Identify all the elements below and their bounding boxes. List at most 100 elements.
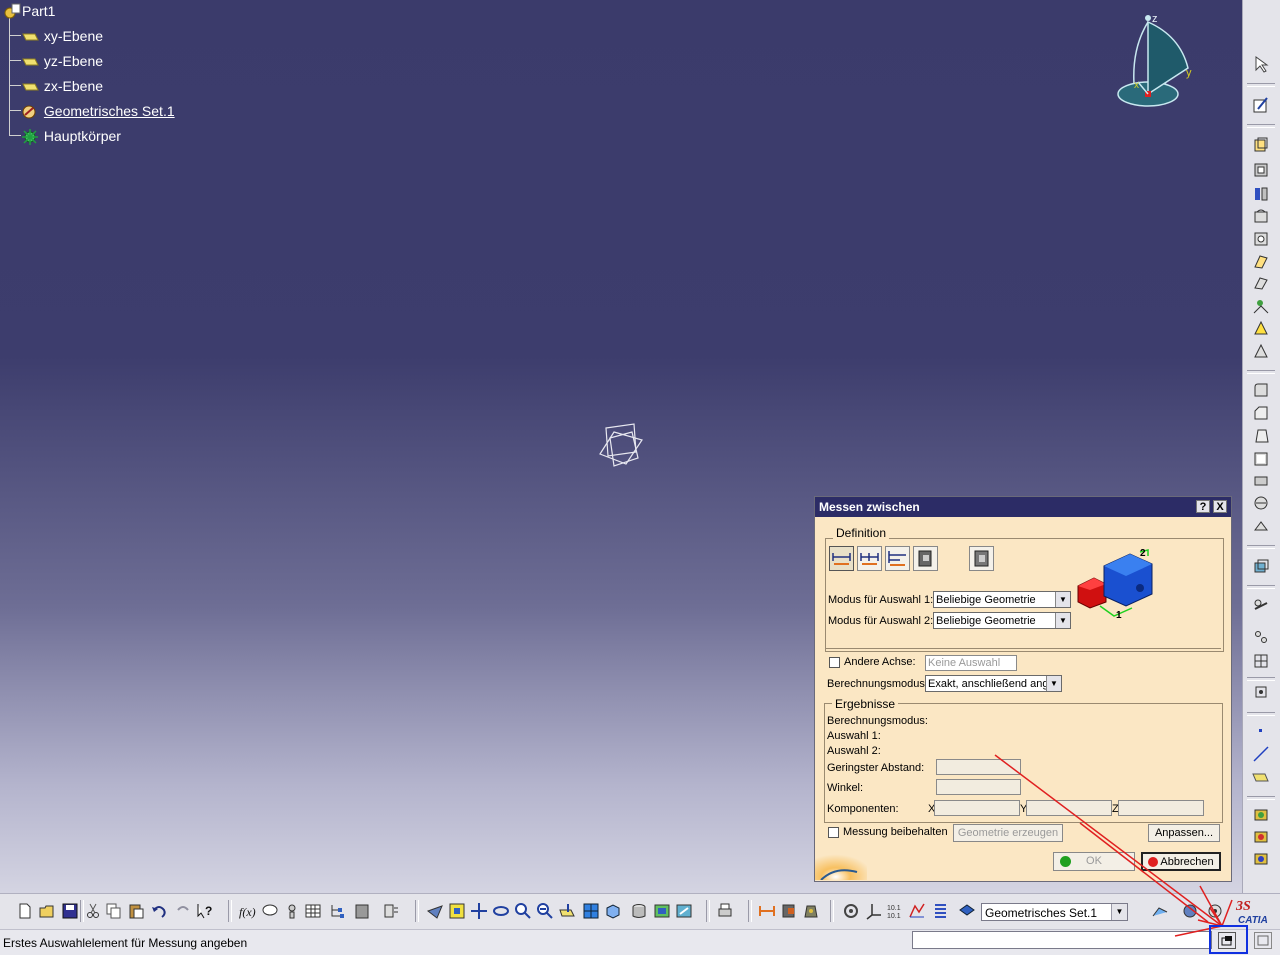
thread-icon[interactable] xyxy=(1252,494,1270,512)
print-icon[interactable] xyxy=(716,902,734,920)
mechanical-icon[interactable] xyxy=(1206,902,1224,920)
min-distance-field[interactable] xyxy=(936,759,1021,775)
measure-between-mode-button[interactable] xyxy=(829,546,854,571)
dialog-title-bar[interactable]: Messen zwischen xyxy=(815,497,1231,517)
comment-icon[interactable] xyxy=(261,902,279,920)
component-y-field[interactable] xyxy=(1026,800,1112,816)
layer-icon[interactable] xyxy=(932,902,950,920)
cut-icon[interactable] xyxy=(84,902,102,920)
tree-item-xy-plane[interactable]: xy-Ebene xyxy=(22,26,103,46)
ok-button[interactable]: OK xyxy=(1053,852,1135,871)
knowledge-icon[interactable] xyxy=(283,902,301,920)
hole-icon[interactable] xyxy=(1252,230,1270,248)
hybrid-design-icon[interactable] xyxy=(1151,902,1169,920)
measure-between-icon[interactable] xyxy=(758,902,776,920)
tree-icon[interactable] xyxy=(328,902,346,920)
point-icon[interactable] xyxy=(1252,722,1270,740)
component-z-field[interactable] xyxy=(1118,800,1204,816)
open-folder-icon[interactable] xyxy=(38,902,56,920)
copy-icon[interactable] xyxy=(105,902,123,920)
undo-icon[interactable] xyxy=(150,902,168,920)
tree-item-yz-plane[interactable]: yz-Ebene xyxy=(22,51,103,71)
pocket-icon[interactable] xyxy=(1252,161,1270,179)
shell-icon[interactable] xyxy=(1252,450,1270,468)
compass-widget[interactable]: z y x xyxy=(1110,8,1200,112)
zoom-out-icon[interactable] xyxy=(536,902,554,920)
measure-chain-mode-button[interactable] xyxy=(857,546,882,571)
thickness-icon[interactable] xyxy=(1252,472,1270,490)
paste-icon[interactable] xyxy=(127,902,145,920)
split-icon[interactable] xyxy=(1252,597,1270,615)
tree-item-main-body[interactable]: Hauptkörper xyxy=(20,126,121,146)
pattern-icon[interactable] xyxy=(1252,628,1270,646)
multi-view-icon[interactable] xyxy=(582,902,600,920)
line-icon[interactable] xyxy=(1252,745,1270,763)
component-x-field[interactable] xyxy=(934,800,1020,816)
fit-all-icon[interactable] xyxy=(448,902,466,920)
draft-icon[interactable] xyxy=(1252,427,1270,445)
pad-icon[interactable] xyxy=(1252,136,1270,154)
stop-command-icon[interactable] xyxy=(1254,932,1272,949)
measure-fan-mode-button[interactable] xyxy=(885,546,910,571)
boolean-remove-icon[interactable] xyxy=(1252,827,1270,845)
tree-item-zx-plane[interactable]: zx-Ebene xyxy=(22,76,103,96)
remove-loft-icon[interactable] xyxy=(1252,342,1270,360)
mode2-select[interactable]: Beliebige Geometrie ▼ xyxy=(933,612,1071,629)
boolean-intersect-icon[interactable] xyxy=(1252,849,1270,867)
window-mode-icon[interactable] xyxy=(1218,932,1236,949)
formula-icon[interactable]: f(x) xyxy=(238,902,256,920)
boolean-add-icon[interactable] xyxy=(1252,805,1270,823)
customize-button[interactable]: Anpassen... xyxy=(1148,824,1220,842)
whats-this-icon[interactable]: ? xyxy=(196,902,214,920)
rotate-icon[interactable] xyxy=(492,902,510,920)
normal-view-icon[interactable] xyxy=(559,902,577,920)
iso-view-icon[interactable] xyxy=(604,902,622,920)
design-table-icon[interactable] xyxy=(304,902,322,920)
rect-pattern-icon[interactable] xyxy=(1252,652,1270,670)
scale-icon[interactable] xyxy=(1252,683,1270,701)
slot-icon[interactable] xyxy=(1252,274,1270,292)
snap-icon[interactable] xyxy=(842,902,860,920)
grid-icon[interactable]: 10.1 10.1 xyxy=(886,902,904,920)
publication-icon[interactable] xyxy=(382,902,400,920)
render-style-icon[interactable] xyxy=(630,902,648,920)
new-file-icon[interactable] xyxy=(16,902,34,920)
shaft-icon[interactable] xyxy=(1252,185,1270,203)
keep-measure-checkbox[interactable] xyxy=(828,827,839,838)
work-on-support-icon[interactable] xyxy=(908,902,926,920)
measure-item-mode-button[interactable] xyxy=(913,546,938,571)
other-axis-field[interactable]: Keine Auswahl xyxy=(925,655,1017,671)
current-geometrical-set-select[interactable]: Geometrisches Set.1 ▼ xyxy=(981,903,1128,921)
remove-face-icon[interactable] xyxy=(1252,517,1270,535)
angle-field[interactable] xyxy=(936,779,1021,795)
loft-icon[interactable] xyxy=(1252,319,1270,337)
cancel-button[interactable]: Abbrechen xyxy=(1141,852,1221,871)
fly-mode-icon[interactable] xyxy=(426,902,444,920)
calc-mode-select[interactable]: Exakt, anschließend ang ▼ xyxy=(925,675,1062,692)
catalog-icon[interactable] xyxy=(353,902,371,920)
axis-system-tool-icon[interactable] xyxy=(864,902,882,920)
pan-icon[interactable] xyxy=(470,902,488,920)
zoom-in-icon[interactable] xyxy=(514,902,532,920)
define-in-work-object-icon[interactable] xyxy=(958,902,976,920)
groove-icon[interactable] xyxy=(1252,207,1270,225)
close-button[interactable]: X xyxy=(1213,500,1227,513)
chamfer-icon[interactable] xyxy=(1252,404,1270,422)
measure-thickness-mode-button[interactable] xyxy=(969,546,994,571)
analysis-icon[interactable] xyxy=(1181,902,1199,920)
stiffener-icon[interactable] xyxy=(1252,297,1270,315)
fillet-icon[interactable] xyxy=(1252,381,1270,399)
transformation-icon[interactable] xyxy=(1252,557,1270,575)
measure-inertia-icon[interactable] xyxy=(802,902,820,920)
sketcher-icon[interactable] xyxy=(1252,96,1270,114)
swap-visible-icon[interactable] xyxy=(675,902,693,920)
redo-icon[interactable] xyxy=(174,902,192,920)
mode1-select[interactable]: Beliebige Geometrie ▼ xyxy=(933,591,1071,608)
rib-icon[interactable] xyxy=(1252,252,1270,270)
plane-tool-icon[interactable] xyxy=(1252,768,1270,786)
other-axis-checkbox[interactable] xyxy=(829,657,840,668)
save-icon[interactable] xyxy=(61,902,79,920)
hide-show-icon[interactable] xyxy=(653,902,671,920)
help-button[interactable]: ? xyxy=(1196,500,1210,513)
tree-root-part1[interactable]: Part1 xyxy=(2,1,55,21)
